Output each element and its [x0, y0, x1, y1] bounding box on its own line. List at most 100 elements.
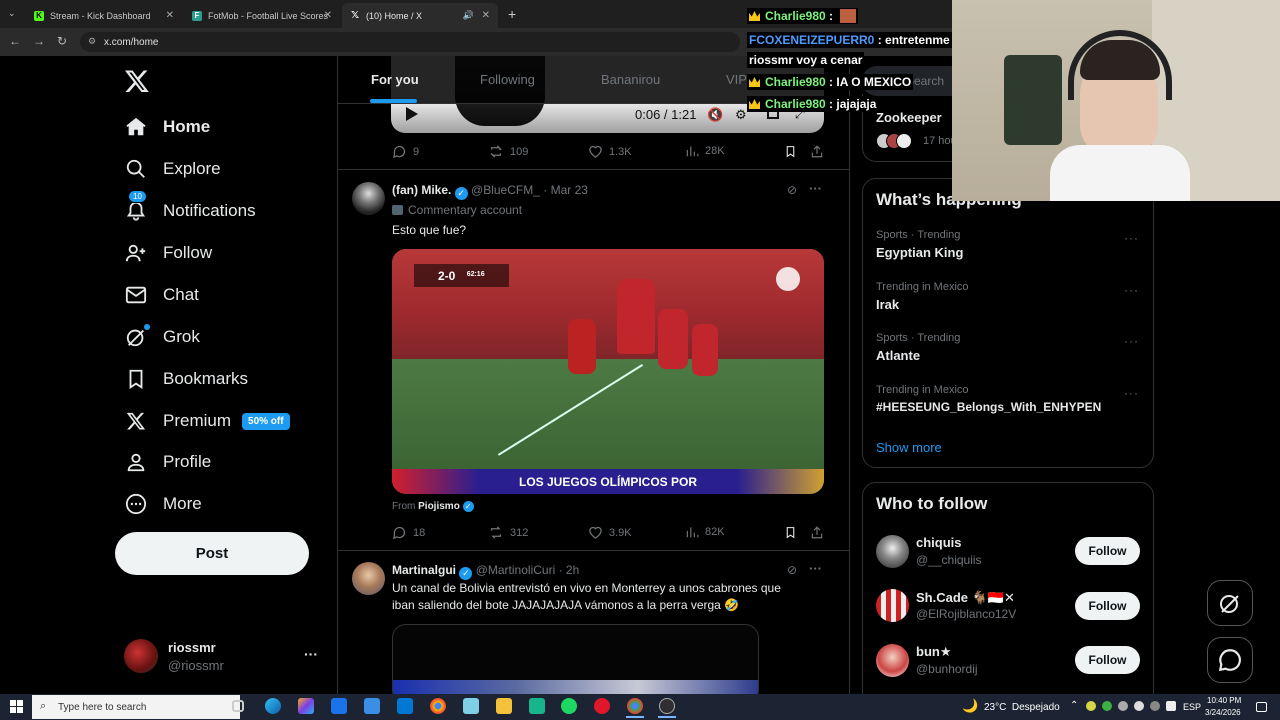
nav-more[interactable]: More — [124, 486, 202, 522]
follow-button[interactable]: Follow — [1075, 537, 1140, 565]
address-bar[interactable]: ⚙ x.com/home — [80, 32, 740, 52]
tab-following[interactable]: Following — [480, 72, 535, 87]
close-icon[interactable]: ✕ — [166, 10, 174, 21]
tray-icons[interactable] — [1086, 701, 1178, 713]
mute-icon[interactable]: 🔇 — [707, 107, 723, 123]
tab-for-you[interactable]: For you — [371, 72, 419, 87]
reply-button[interactable]: 9 — [392, 144, 419, 159]
post-time[interactable]: · Mar 23 — [543, 183, 588, 197]
spotify-icon[interactable] — [561, 698, 577, 714]
trend-name[interactable]: #HEESEUNG_Belongs_With_ENHYPEN — [876, 400, 1101, 414]
author-name[interactable]: Martinalgui — [392, 563, 456, 577]
more-icon[interactable]: ··· — [809, 181, 822, 196]
notification-center-icon[interactable] — [1256, 702, 1267, 712]
reply-button[interactable]: 18 — [392, 525, 425, 540]
avatar[interactable] — [876, 535, 909, 568]
close-icon[interactable]: ✕ — [482, 10, 490, 21]
app-icon[interactable] — [529, 698, 545, 714]
opera-icon[interactable] — [594, 698, 610, 714]
account-switcher[interactable]: riossmr @riossmr ··· — [122, 636, 326, 678]
file-explorer-icon[interactable] — [496, 698, 512, 714]
more-icon[interactable]: ··· — [1124, 231, 1139, 245]
task-view-icon[interactable] — [232, 700, 244, 712]
repost-button[interactable]: 109 — [488, 144, 528, 159]
views-button[interactable]: 28K — [685, 144, 725, 158]
more-icon[interactable]: ··· — [304, 646, 318, 662]
grok-icon[interactable]: ⊘ — [787, 183, 797, 197]
nav-chat[interactable]: Chat — [124, 277, 199, 313]
calculator-icon[interactable] — [364, 698, 380, 714]
repost-button[interactable]: 312 — [488, 525, 528, 540]
avatar[interactable] — [876, 644, 909, 677]
weather-text[interactable]: 23°C Despejado — [984, 702, 1060, 713]
views-button[interactable]: 82K — [685, 525, 725, 539]
x-logo-icon[interactable] — [124, 68, 150, 94]
avatar[interactable] — [352, 182, 385, 215]
edge-icon[interactable] — [265, 698, 281, 714]
more-icon[interactable]: ··· — [1124, 334, 1139, 348]
avatar[interactable] — [352, 562, 385, 595]
bookmark-icon[interactable] — [784, 144, 797, 164]
post-video[interactable] — [392, 624, 759, 694]
copilot-icon[interactable] — [298, 698, 314, 714]
play-icon[interactable] — [405, 106, 419, 127]
messages-floating-button[interactable] — [1207, 637, 1253, 683]
tab-fotmob[interactable]: F FotMob - Football Live Scores ✕ — [184, 3, 340, 28]
reload-icon[interactable]: ↻ — [57, 34, 67, 48]
close-icon[interactable]: ✕ — [324, 10, 332, 21]
windows-start-icon[interactable] — [10, 700, 23, 713]
taskbar-search[interactable]: ⌕ Type here to search — [32, 695, 240, 719]
nav-premium[interactable]: Premium 50% off — [124, 403, 290, 439]
nav-follow[interactable]: Follow — [124, 235, 212, 271]
tab-bananirou[interactable]: Bananirou — [601, 72, 660, 87]
trend-name[interactable]: Atlante — [876, 348, 920, 363]
user-name[interactable]: chiquis — [916, 535, 962, 550]
bookmark-icon[interactable] — [784, 525, 797, 545]
nav-bookmarks[interactable]: Bookmarks — [124, 361, 248, 397]
share-icon[interactable] — [810, 525, 824, 545]
post-time[interactable]: · 2h — [559, 563, 580, 577]
user-name[interactable]: Sh.Cade 🐐🇮🇩✕ — [916, 590, 1015, 606]
source-name[interactable]: Piojismo — [418, 501, 460, 512]
nav-profile[interactable]: Profile — [124, 444, 211, 480]
tab-kick[interactable]: K Stream - Kick Dashboard ✕ — [26, 3, 182, 28]
nav-home[interactable]: Home — [124, 109, 210, 145]
mail-icon[interactable] — [331, 698, 347, 714]
vscode-icon[interactable] — [397, 698, 413, 714]
grok-icon[interactable]: ⊘ — [787, 563, 797, 577]
chrome-icon[interactable] — [430, 698, 446, 714]
follow-button[interactable]: Follow — [1075, 592, 1140, 620]
obs-icon[interactable] — [659, 698, 675, 714]
follow-button[interactable]: Follow — [1075, 646, 1140, 674]
tab-search-icon[interactable]: ⌄ — [8, 8, 16, 19]
more-icon[interactable]: ··· — [809, 561, 822, 576]
clock-date[interactable]: 3/24/2026 — [1205, 708, 1241, 717]
trend-name[interactable]: Egyptian King — [876, 245, 963, 260]
author-handle[interactable]: @MartinoliCuri — [476, 563, 556, 577]
post-video[interactable]: 2-0 62:16 LOS JUEGOS OLÍMPICOS POR — [392, 249, 824, 494]
trend-name[interactable]: Irak — [876, 297, 899, 312]
speaker-icon[interactable]: 🔊 — [463, 10, 474, 21]
like-button[interactable]: 3.9K — [588, 525, 632, 540]
forward-icon[interactable]: → — [33, 34, 45, 48]
author-handle[interactable]: @BlueCFM_ — [471, 183, 540, 197]
post-button[interactable]: Post — [115, 532, 309, 575]
settings-icon[interactable]: ⚙ — [735, 107, 747, 123]
chrome-icon[interactable] — [627, 698, 643, 714]
nav-explore[interactable]: Explore — [124, 151, 221, 187]
more-icon[interactable]: ··· — [1124, 283, 1139, 297]
new-tab-button[interactable]: + — [508, 6, 516, 22]
live-event-title[interactable]: Zookeeper — [876, 110, 942, 125]
weather-icon[interactable]: 🌙 — [962, 698, 978, 714]
show-more-link[interactable]: Show more — [876, 440, 942, 455]
tab-vip[interactable]: VIP — [726, 72, 747, 87]
nav-grok[interactable]: Grok — [124, 319, 200, 355]
like-button[interactable]: 1.3K — [588, 144, 632, 159]
language-indicator[interactable]: ESP — [1183, 702, 1201, 712]
clock-time[interactable]: 10:40 PM — [1207, 696, 1241, 705]
share-icon[interactable] — [810, 144, 824, 164]
tray-chevron-icon[interactable]: ⌃ — [1070, 700, 1078, 711]
nav-notifications[interactable]: 10 Notifications — [124, 190, 256, 229]
grok-floating-button[interactable] — [1207, 580, 1253, 626]
avatar[interactable] — [876, 589, 909, 622]
